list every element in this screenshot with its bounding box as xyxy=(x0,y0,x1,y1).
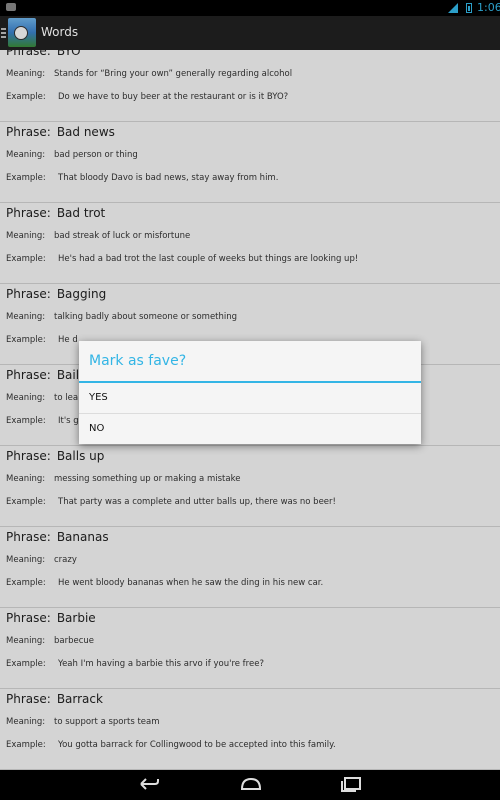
home-icon[interactable] xyxy=(240,776,262,792)
no-label: NO xyxy=(89,423,105,434)
recents-icon[interactable] xyxy=(340,776,362,792)
yes-button[interactable]: YES xyxy=(79,383,421,413)
navigation-bar xyxy=(0,770,500,800)
yes-label: YES xyxy=(89,392,108,403)
mark-fave-dialog: Mark as fave? YES NO xyxy=(79,341,421,444)
no-button[interactable]: NO xyxy=(79,414,421,444)
dialog-title: Mark as fave? xyxy=(89,353,187,369)
back-icon[interactable] xyxy=(138,776,160,792)
